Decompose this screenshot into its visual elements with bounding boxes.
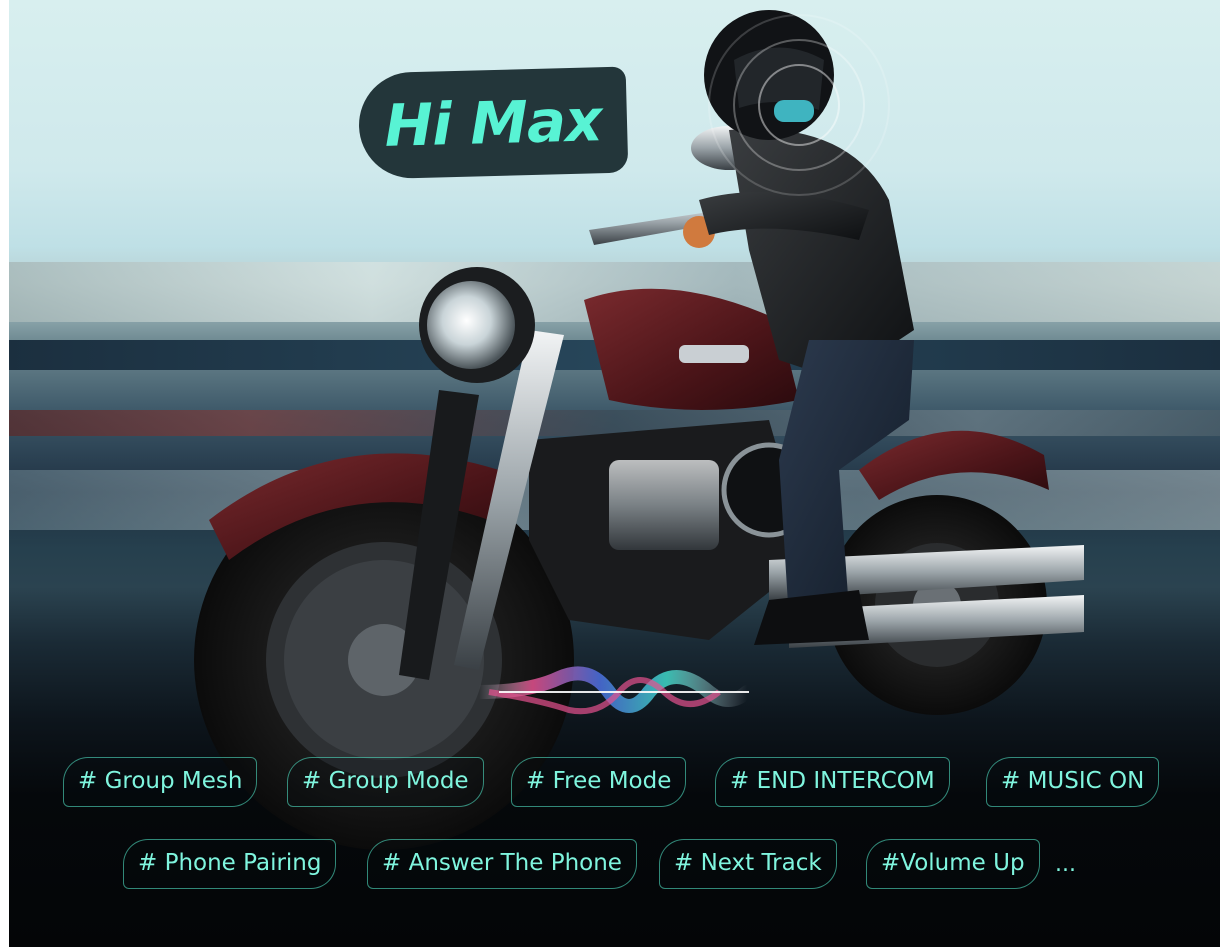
command-tag-answer-the-phone: # Answer The Phone bbox=[367, 839, 637, 889]
command-tag-free-mode: # Free Mode bbox=[511, 757, 687, 807]
command-tag-volume-up: #Volume Up bbox=[866, 839, 1040, 889]
command-tag-phone-pairing: # Phone Pairing bbox=[123, 839, 337, 889]
hero-banner: Hi Max # Group Mesh # Group Mode # Free … bbox=[9, 0, 1220, 947]
command-tag-next-track: # Next Track bbox=[659, 839, 837, 889]
voice-command-list: # Group Mesh # Group Mode # Free Mode # … bbox=[9, 0, 1220, 947]
command-tag-group-mode: # Group Mode bbox=[287, 757, 484, 807]
command-tag-group-mesh: # Group Mesh bbox=[63, 757, 258, 807]
command-tag-end-intercom: # END INTERCOM bbox=[715, 757, 950, 807]
more-commands-ellipsis: ... bbox=[1055, 852, 1076, 877]
command-tag-music-on: # MUSIC ON bbox=[986, 757, 1160, 807]
